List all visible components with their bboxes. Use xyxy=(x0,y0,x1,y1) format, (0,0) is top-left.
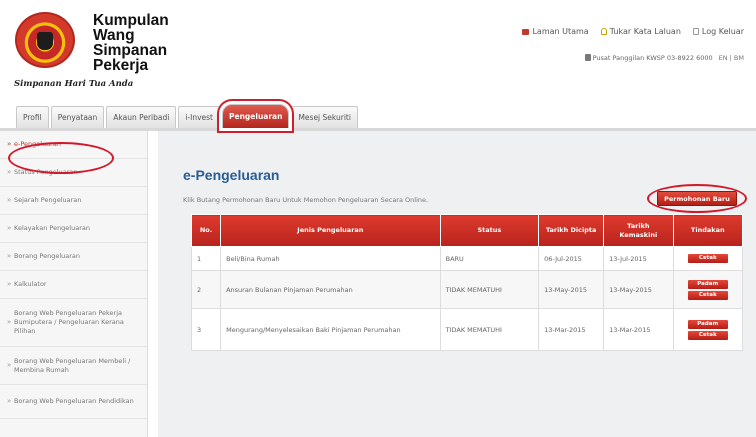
sidebar-item-label: Borang Web Pengeluaran Membeli / Membina… xyxy=(14,356,131,374)
sidebar-item-borang-web-rumah[interactable]: Borang Web Pengeluaran Membeli / Membina… xyxy=(0,347,147,385)
logo-line: Simpanan xyxy=(93,42,168,59)
sidebar-item-label: Borang Web Pengeluaran Pekerja Bumiputer… xyxy=(14,309,124,335)
col-header-kemaskini: Tarikh Kemaskini xyxy=(603,214,674,247)
tab-i-invest[interactable]: i-Invest xyxy=(178,106,220,128)
logo-text: Kumpulan Wang Simpanan Pekerja xyxy=(93,12,169,74)
logout-label: Log Keluar xyxy=(701,27,744,36)
top-links: Laman Utama Tukar Kata Laluan Log Keluar xyxy=(522,27,744,36)
sidebar-item-label: Borang Pengeluaran xyxy=(14,252,81,260)
col-header-no: No. xyxy=(190,214,222,247)
change-password-link[interactable]: Tukar Kata Laluan xyxy=(600,27,681,36)
cell-status: TIDAK MEMATUHI xyxy=(439,270,540,309)
contact-text: Pusat Panggilan KWSP 03-8922 6000 xyxy=(592,54,713,62)
tab-mesej-sekuriti[interactable]: Mesej Sekuriti xyxy=(291,106,358,128)
sidebar-item-e-pengeluaran[interactable]: e-Pengeluaran xyxy=(0,131,147,159)
user-key-icon xyxy=(600,28,607,35)
col-header-dicipta: Tarikh Dicipta xyxy=(538,214,605,247)
delete-button[interactable]: Padam xyxy=(687,319,728,329)
logout-link[interactable]: Log Keluar xyxy=(692,27,744,36)
col-header-tindakan: Tindakan xyxy=(672,214,744,247)
cell-no: 2 xyxy=(190,270,222,309)
logo-line: Pekerja xyxy=(93,57,149,74)
home-link-label: Laman Utama xyxy=(532,27,589,36)
table-row: 1 Beli/Bina Rumah BARU 06-Jul-2015 13-Ju… xyxy=(190,246,744,271)
sidebar-item-label: Kelayakan Pengeluaran xyxy=(14,224,90,232)
tab-pengeluaran[interactable]: Pengeluaran xyxy=(222,104,290,128)
home-link[interactable]: Laman Utama xyxy=(522,27,589,36)
lock-icon xyxy=(692,28,699,35)
col-header-jenis: Jenis Pengeluaran xyxy=(220,214,441,247)
col-header-status: Status xyxy=(439,214,540,247)
cell-kemaskini: 13-Jul-2015 xyxy=(603,246,674,271)
sidebar-item-label: e-Pengeluaran xyxy=(14,140,61,148)
sidebar-item-label: Status Pengeluaran xyxy=(14,168,78,176)
sidebar-item-borang-pengeluaran[interactable]: Borang Pengeluaran xyxy=(0,243,147,271)
delete-button[interactable]: Padam xyxy=(687,279,728,289)
sidebar-item-kelayakan-pengeluaran[interactable]: Kelayakan Pengeluaran xyxy=(0,215,147,243)
tab-profil[interactable]: Profil xyxy=(16,106,49,128)
print-button[interactable]: Cetak xyxy=(687,330,728,340)
cell-actions: Padam Cetak xyxy=(672,270,744,309)
cell-dicipta: 06-Jul-2015 xyxy=(538,246,605,271)
sidebar-item-label: Borang Web Pengeluaran Pendidikan xyxy=(14,397,134,405)
cell-jenis: Beli/Bina Rumah xyxy=(220,246,441,271)
cell-dicipta: 13-May-2015 xyxy=(538,270,605,309)
print-button[interactable]: Cetak xyxy=(687,254,728,263)
sidebar-item-status-pengeluaran[interactable]: Status Pengeluaran xyxy=(0,159,147,187)
cell-status: TIDAK MEMATUHI xyxy=(439,308,540,351)
phone-icon xyxy=(584,54,591,61)
sidebar-item-borang-web-bumiputera[interactable]: Borang Web Pengeluaran Pekerja Bumiputer… xyxy=(0,299,147,347)
kwsp-logo-emblem[interactable] xyxy=(15,12,75,68)
logo-line: Wang xyxy=(93,27,135,44)
change-password-label: Tukar Kata Laluan xyxy=(609,27,681,36)
tab-akaun-peribadi[interactable]: Akaun Peribadi xyxy=(106,106,177,128)
language-switch[interactable]: EN | BM xyxy=(719,54,744,62)
cell-kemaskini: 13-Mar-2015 xyxy=(603,308,674,351)
cell-no: 1 xyxy=(190,246,222,271)
sidebar-item-label: Sejarah Pengeluaran xyxy=(14,196,82,204)
contact-line: Pusat Panggilan KWSP 03-8922 6000 EN | B… xyxy=(584,54,744,62)
sidebar-item-kalkulator[interactable]: Kalkulator xyxy=(0,271,147,299)
cell-jenis: Mengurang/Menyelesaikan Baki Pinjaman Pe… xyxy=(220,308,441,351)
new-application-button[interactable]: Permohonan Baru xyxy=(657,191,737,206)
print-button[interactable]: Cetak xyxy=(687,290,728,300)
instruction-text: Klik Butang Permohonan Baru Untuk Memoho… xyxy=(183,196,429,204)
withdrawal-table: No. Jenis Pengeluaran Status Tarikh Dici… xyxy=(190,214,744,351)
sidebar: e-Pengeluaran Status Pengeluaran Sejarah… xyxy=(0,131,148,437)
cell-dicipta: 13-Mar-2015 xyxy=(538,308,605,351)
sidebar-item-label: Kalkulator xyxy=(14,280,47,288)
table-header-row: No. Jenis Pengeluaran Status Tarikh Dici… xyxy=(190,214,744,247)
page-title: e-Pengeluaran xyxy=(183,167,280,183)
cell-actions: Cetak xyxy=(672,246,744,271)
cell-jenis: Ansuran Bulanan Pinjaman Perumahan xyxy=(220,270,441,309)
tab-penyataan[interactable]: Penyataan xyxy=(50,106,105,128)
logo-line: Kumpulan xyxy=(93,12,169,29)
table-row: 3 Mengurang/Menyelesaikan Baki Pinjaman … xyxy=(190,308,744,351)
home-icon xyxy=(522,28,530,35)
tagline: Simpanan Hari Tua Anda xyxy=(14,79,134,89)
sidebar-item-sejarah-pengeluaran[interactable]: Sejarah Pengeluaran xyxy=(0,187,147,215)
sidebar-item-borang-web-pendidikan[interactable]: Borang Web Pengeluaran Pendidikan xyxy=(0,385,147,419)
cell-no: 3 xyxy=(190,308,222,351)
main-tabs: Profil Penyataan Akaun Peribadi i-Invest… xyxy=(16,102,358,128)
table-row: 2 Ansuran Bulanan Pinjaman Perumahan TID… xyxy=(190,270,744,309)
cell-actions: Padam Cetak xyxy=(672,308,744,351)
cell-status: BARU xyxy=(439,246,540,271)
cell-kemaskini: 13-May-2015 xyxy=(603,270,674,309)
header: Kumpulan Wang Simpanan Pekerja Simpanan … xyxy=(0,0,756,105)
